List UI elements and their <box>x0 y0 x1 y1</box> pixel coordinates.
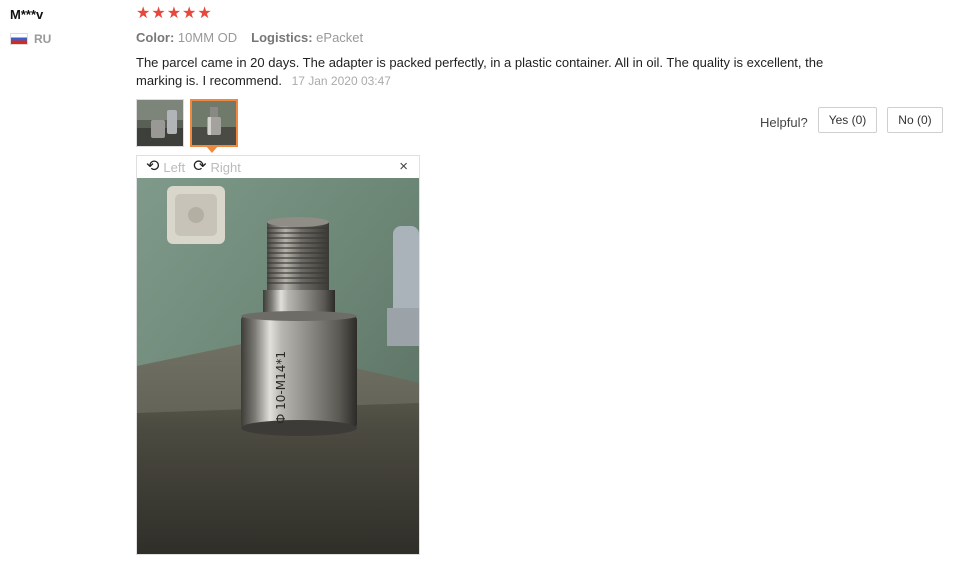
helpful-label: Helpful? <box>760 114 808 130</box>
photo-thumbnail-image <box>192 101 236 145</box>
logistics-attribute: Logistics: ePacket <box>251 30 363 45</box>
viewer-toolbar: ⟲ Left ⟳ Right <box>137 156 419 178</box>
rotate-left-label: Left <box>163 159 186 175</box>
star-icon: ★ <box>197 5 212 22</box>
rotate-right-icon: ⟳ <box>193 158 207 175</box>
logistics-label: Logistics: <box>251 30 313 45</box>
reviewer-name: M***v <box>10 7 44 22</box>
star-icon: ★ <box>151 5 166 22</box>
logistics-value: ePacket <box>316 30 364 45</box>
review-text: The parcel came in 20 days. The adapter … <box>136 55 824 88</box>
review-photo-large: Ф 10-M14*1 <box>137 178 419 554</box>
color-value: 10MM OD <box>177 30 238 45</box>
color-attribute: Color: 10MM OD <box>136 30 237 45</box>
selected-thumbnail-arrow <box>206 146 218 153</box>
helpful-no-button[interactable]: No (0) <box>887 107 943 133</box>
review-body: The parcel came in 20 days. The adapter … <box>136 54 866 90</box>
rotate-right-label: Right <box>210 159 241 175</box>
rotate-left-button[interactable]: ⟲ Left <box>146 159 185 175</box>
close-icon[interactable]: × <box>399 158 408 175</box>
star-icon: ★ <box>136 5 151 22</box>
review-photos <box>136 99 238 147</box>
country-code: RU <box>34 32 52 46</box>
star-rating: ★ ★ ★ ★ ★ <box>136 5 212 23</box>
russia-flag-icon <box>10 33 28 45</box>
svg-text:Ф 10-M14*1: Ф 10-M14*1 <box>274 351 288 424</box>
rotate-right-button[interactable]: ⟳ Right <box>193 159 241 175</box>
rotate-left-icon: ⟲ <box>146 158 160 175</box>
image-viewer: ⟲ Left ⟳ Right × Ф 10-M14*1 <box>136 155 420 555</box>
helpful-section: Helpful? Yes (0) No (0) <box>760 107 943 133</box>
photo-thumbnail[interactable] <box>136 99 184 147</box>
review-attributes: Color: 10MM OD Logistics: ePacket <box>136 30 363 45</box>
color-label: Color: <box>136 30 175 45</box>
photo-thumbnail-active[interactable] <box>190 99 238 147</box>
photo-thumbnail-image <box>137 100 183 146</box>
star-icon: ★ <box>166 5 182 22</box>
helpful-yes-button[interactable]: Yes (0) <box>817 107 878 133</box>
review-date: 17 Jan 2020 03:47 <box>291 74 391 88</box>
star-icon: ★ <box>182 5 197 22</box>
reviewer-country: RU <box>10 32 51 46</box>
